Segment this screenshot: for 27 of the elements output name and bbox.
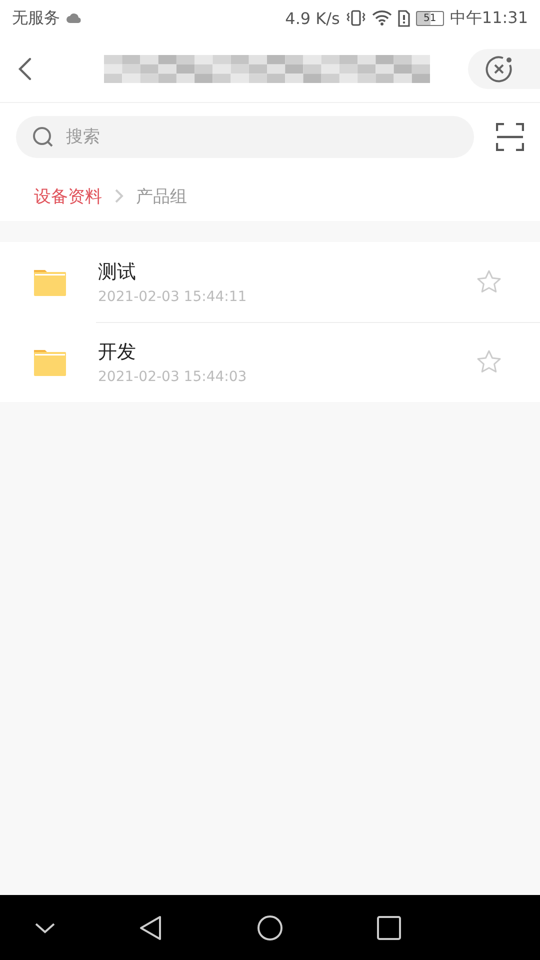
scan-icon[interactable] xyxy=(496,123,524,151)
sim-alert-icon xyxy=(398,10,410,26)
search-field[interactable]: 搜索 xyxy=(16,116,474,158)
vibrate-icon xyxy=(346,9,366,27)
folder-date: 2021-02-03 15:44:11 xyxy=(98,289,248,305)
folder-icon xyxy=(34,268,66,296)
back-nav-icon[interactable] xyxy=(139,914,163,940)
carrier-text: 无服务 xyxy=(12,8,60,28)
folder-date: 2021-02-03 15:44:03 xyxy=(98,369,248,385)
breadcrumb-item[interactable]: 设备资料 xyxy=(34,184,102,208)
folder-name[interactable]: 测试 xyxy=(98,259,476,285)
cloud-icon xyxy=(66,13,82,23)
folder-name[interactable]: 开发 xyxy=(98,339,476,365)
battery-icon: 51 xyxy=(416,10,444,26)
recents-nav-icon[interactable] xyxy=(377,916,401,940)
close-icon xyxy=(484,54,514,84)
search-icon xyxy=(32,126,54,148)
chevron-icon xyxy=(114,189,124,203)
clock-text: 中午11:31 xyxy=(450,8,528,28)
network-speed: 4.9 K/s xyxy=(285,8,340,28)
star-icon[interactable] xyxy=(476,349,502,375)
collapse-icon[interactable] xyxy=(34,922,56,934)
star-icon[interactable] xyxy=(476,269,502,295)
folder-icon xyxy=(34,348,66,376)
wifi-icon xyxy=(372,10,392,26)
close-button[interactable] xyxy=(468,49,540,89)
home-nav-icon[interactable] xyxy=(257,914,283,940)
